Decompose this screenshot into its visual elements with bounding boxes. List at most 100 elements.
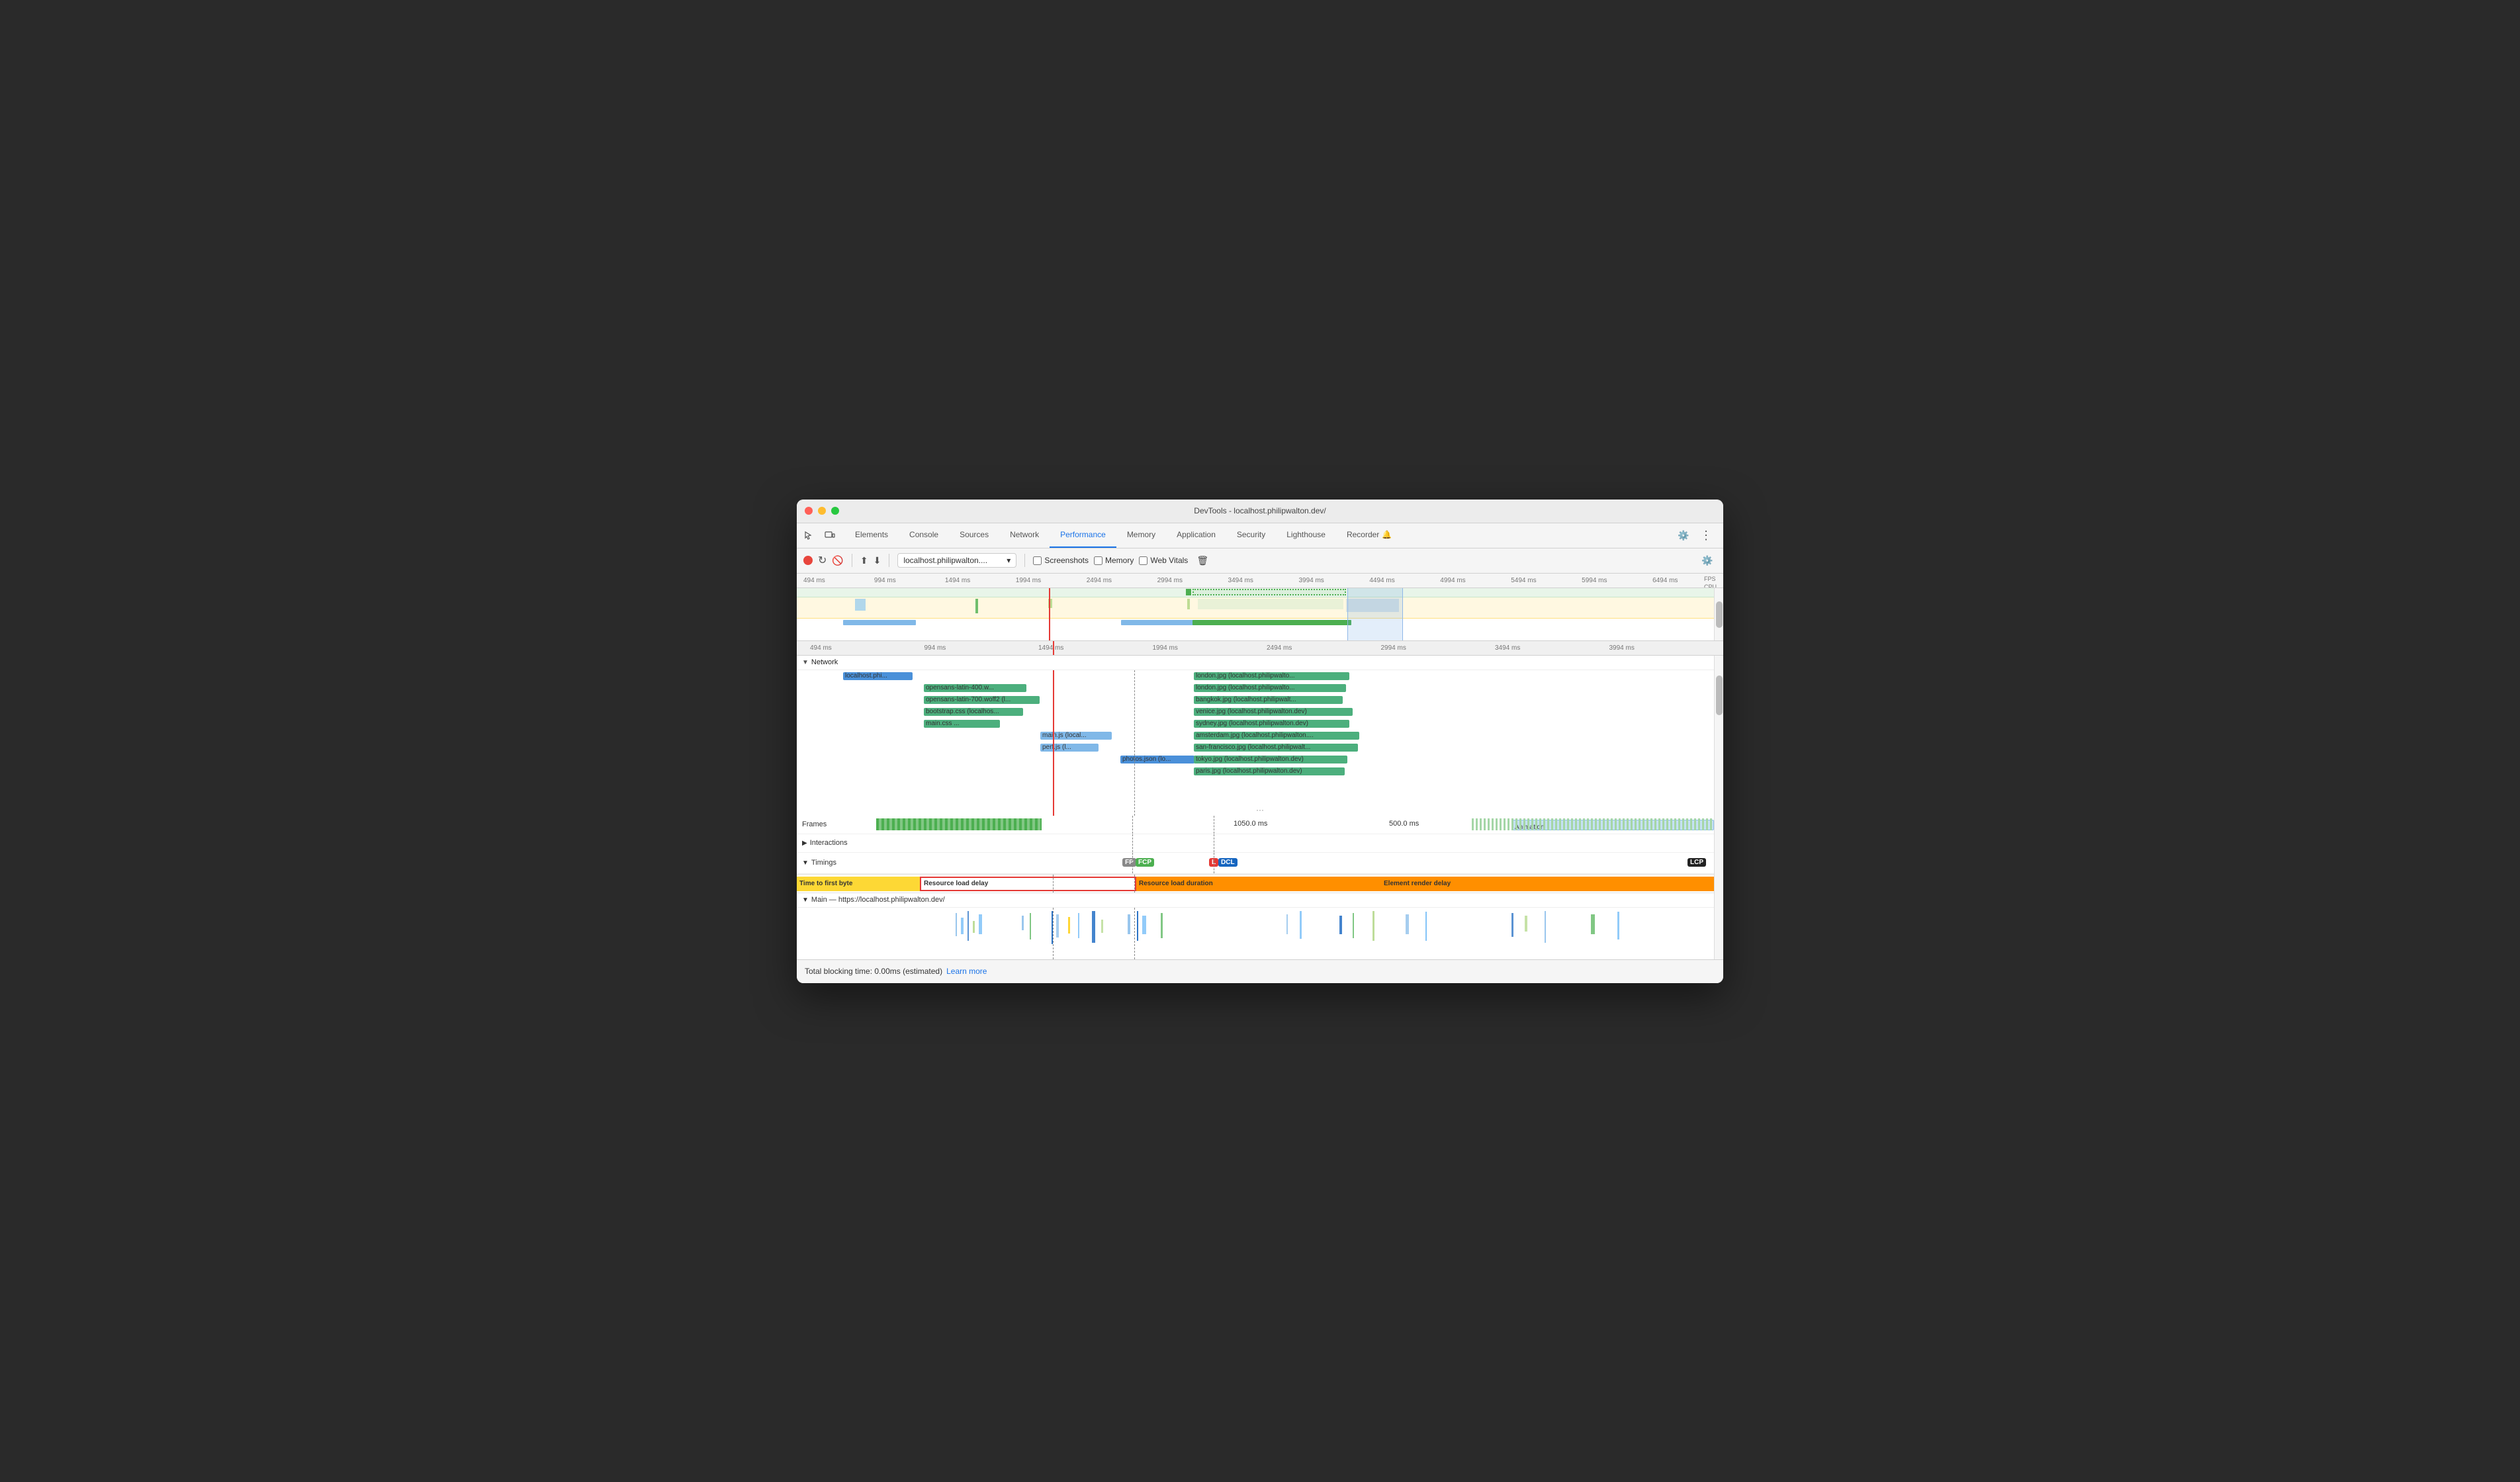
tab-application[interactable]: Application: [1166, 523, 1226, 548]
upload-button[interactable]: ⬆: [860, 555, 868, 566]
tab-recorder[interactable]: Recorder 🔔: [1336, 523, 1402, 548]
select-tool-icon[interactable]: [799, 526, 818, 545]
frames-dashed-1: [1132, 816, 1133, 834]
cpu-label: CPU: [1704, 583, 1717, 588]
network-section-header[interactable]: ▼ Network: [797, 656, 1723, 670]
network-label: Network: [811, 658, 838, 666]
net-bar-label: london.jpg (localhost.philipwalto...: [1194, 672, 1297, 679]
tab-bar: Elements Console Sources Network Perform…: [797, 523, 1723, 548]
ruler-label-9: 4994 ms: [1440, 577, 1511, 584]
scrollbar-thumb[interactable]: [1716, 601, 1723, 628]
flame-dashed-2: [1134, 908, 1135, 959]
overview-ruler-top: 494 ms 994 ms 1494 ms 1994 ms 2494 ms 29…: [797, 574, 1723, 588]
rld-label: Resource load delay: [921, 880, 988, 887]
minimize-button[interactable]: [818, 507, 826, 515]
net-bar-label: photos.json (lo...: [1120, 756, 1173, 763]
memory-checkbox[interactable]: [1094, 556, 1102, 565]
net-bar-label: sydney.jpg (localhost.philipwalton.dev): [1194, 720, 1310, 727]
lower-ruler-3: 1994 ms: [1153, 644, 1267, 652]
timing-label-500: 500.0 ms: [1389, 820, 1419, 828]
erd-label: Element render delay: [1381, 880, 1451, 887]
flame-dashed-1: [1053, 908, 1054, 959]
learn-more-link[interactable]: Learn more: [946, 967, 987, 976]
stop-button[interactable]: 🚫: [832, 555, 843, 566]
l-badge[interactable]: L: [1209, 858, 1218, 867]
ruler-label-1: 994 ms: [874, 577, 945, 584]
right-labels: FPS CPU NET: [1704, 575, 1717, 588]
ruler-labels-top: 494 ms 994 ms 1494 ms 1994 ms 2494 ms 29…: [797, 577, 1723, 584]
net-bar-label: tokyo.jpg (localhost.philipwalton.dev): [1194, 756, 1306, 763]
element-render-delay-bar[interactable]: Element render delay: [1381, 877, 1714, 891]
panel-scrollbar[interactable]: [1714, 656, 1723, 959]
overview-area[interactable]: [797, 588, 1723, 641]
maximize-button[interactable]: [831, 507, 839, 515]
frames-content: 1050.0 ms 500.0 ms Animation: [876, 816, 1723, 834]
ruler-label-4: 2494 ms: [1087, 577, 1157, 584]
main-section-label: Main — https://localhost.philipwalton.de…: [811, 896, 945, 904]
lower-ruler-1: 994 ms: [924, 644, 1039, 652]
traffic-lights: [805, 507, 839, 515]
trash-icon[interactable]: 🗑: [1193, 551, 1212, 570]
net-bar-label: venice.jpg (localhost.philipwalton.dev): [1194, 708, 1309, 715]
panel-scrollbar-thumb[interactable]: [1716, 676, 1723, 715]
timeline-sections: Frames 1050.0 ms 500.0 ms Animation: [797, 816, 1723, 875]
settings-icon[interactable]: ⚙️: [1674, 526, 1693, 545]
time-to-first-byte-bar[interactable]: Time to first byte: [797, 877, 920, 891]
net-bar-label: amsterdam.jpg (localhost.philipwalton...…: [1194, 732, 1316, 739]
interactions-row: ▶ Interactions: [797, 834, 1723, 853]
settings-gear-icon[interactable]: ⚙️: [1698, 551, 1717, 570]
tab-performance[interactable]: Performance: [1050, 523, 1116, 548]
tab-memory[interactable]: Memory: [1116, 523, 1166, 548]
bottom-bar: Total blocking time: 0.00ms (estimated) …: [797, 959, 1723, 983]
screenshots-checkbox[interactable]: [1033, 556, 1042, 565]
responsive-icon[interactable]: [821, 526, 839, 545]
lower-ruler: 494 ms 994 ms 1494 ms 1994 ms 2494 ms 29…: [797, 641, 1723, 656]
lower-ruler-6: 3494 ms: [1495, 644, 1609, 652]
net-bar-label: london.jpg (localhost.philipwalto...: [1194, 684, 1297, 691]
timings-row: ▼ Timings FP FCP L DCL LCP: [797, 853, 1723, 874]
ruler-label-5: 2994 ms: [1157, 577, 1228, 584]
int-dashed-1: [1132, 834, 1133, 852]
frames-bar-right: [1472, 818, 1714, 830]
net-bar-label: opensans-latin-700.woff2 (l...: [924, 696, 1012, 703]
separator3: [1024, 554, 1025, 567]
more-icon[interactable]: ⋮: [1697, 526, 1715, 545]
url-dropdown-icon[interactable]: ▾: [1007, 556, 1011, 565]
timings-label[interactable]: ▼ Timings: [797, 859, 876, 867]
tab-lighthouse[interactable]: Lighthouse: [1276, 523, 1336, 548]
lcp-badge[interactable]: LCP: [1688, 858, 1706, 867]
tab-security[interactable]: Security: [1226, 523, 1276, 548]
main-header[interactable]: ▼ Main — https://localhost.philipwalton.…: [797, 893, 1723, 908]
timing-label-1050: 1050.0 ms: [1234, 820, 1267, 828]
lcp-segments: Time to first byte Resource load delay R…: [797, 875, 1723, 893]
overview-scrollbar[interactable]: [1714, 588, 1723, 640]
webvitals-checkbox[interactable]: [1139, 556, 1148, 565]
resource-load-delay-bar[interactable]: Resource load delay: [920, 877, 1136, 891]
tab-network[interactable]: Network: [999, 523, 1050, 548]
lower-ruler-0: 494 ms: [810, 644, 924, 652]
tab-sources[interactable]: Sources: [949, 523, 999, 548]
lower-ruler-2: 1494 ms: [1038, 644, 1153, 652]
lower-ruler-7: 3994 ms: [1609, 644, 1724, 652]
net-bar-label: localhost.phi...: [843, 672, 889, 679]
lower-ruler-4: 2494 ms: [1267, 644, 1381, 652]
rldur-label: Resource load duration: [1136, 880, 1213, 887]
interactions-label[interactable]: ▶ Interactions: [797, 839, 876, 847]
net-bar-label: main.js (local...: [1040, 732, 1089, 739]
ruler-label-0: 494 ms: [803, 577, 874, 584]
fcp-badge[interactable]: FCP: [1136, 858, 1154, 867]
record-button[interactable]: [803, 556, 813, 565]
resource-load-duration-bar[interactable]: Resource load duration: [1136, 877, 1381, 891]
dcl-badge[interactable]: DCL: [1218, 858, 1238, 867]
main-panel: ▼ Network localhost.phi... opensans-lati…: [797, 656, 1723, 959]
close-button[interactable]: [805, 507, 813, 515]
fp-badge[interactable]: FP: [1122, 858, 1136, 867]
net-bar-label: san-francisco.jpg (localhost.philipwalt.…: [1194, 744, 1312, 751]
tab-elements[interactable]: Elements: [844, 523, 899, 548]
download-button[interactable]: ⬇: [874, 555, 881, 566]
reload-button[interactable]: ↻: [818, 554, 827, 567]
ruler-label-6: 3494 ms: [1228, 577, 1299, 584]
tab-console[interactable]: Console: [899, 523, 949, 548]
ruler-label-7: 3994 ms: [1298, 577, 1369, 584]
more-indicator: ···: [1256, 805, 1264, 814]
